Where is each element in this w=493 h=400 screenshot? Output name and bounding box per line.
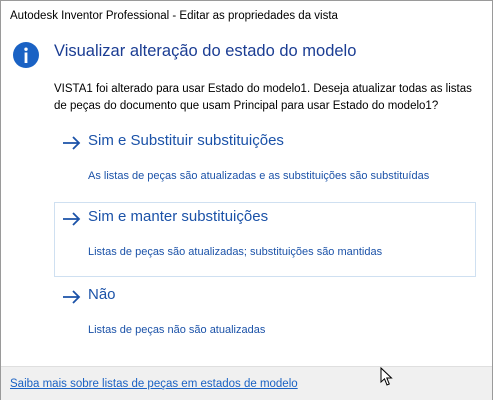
arrow-right-icon [63,136,81,150]
option-no[interactable]: Não Listas de peças não são atualizadas [54,280,476,355]
content-text: VISTA1 foi alterado para usar Estado do … [54,81,474,115]
main-instruction: Visualizar alteração do estado do modelo [54,42,357,60]
info-icon [13,42,39,68]
arrow-right-icon [63,212,81,226]
content-line-1: VISTA1 foi alterado para usar Estado do … [54,83,472,95]
content-line-2: de peças do documento que usam Principal… [54,100,439,112]
mouse-cursor-icon [380,367,393,386]
window-title: Autodesk Inventor Professional - Editar … [10,10,338,22]
task-dialog: Autodesk Inventor Professional - Editar … [0,0,493,400]
arrow-right-icon [63,290,81,304]
option-title: Não [88,286,116,303]
option-yes-replace-overrides[interactable]: Sim e Substituir substituições As listas… [54,126,476,201]
dialog-footer: Saiba mais sobre listas de peças em esta… [1,366,492,400]
option-description: Listas de peças não são atualizadas [88,324,266,336]
option-description: As listas de peças são atualizadas e as … [88,170,430,182]
option-title: Sim e manter substituições [88,208,269,225]
option-title: Sim e Substituir substituições [88,132,284,149]
option-yes-keep-overrides[interactable]: Sim e manter substituições Listas de peç… [54,202,476,277]
option-description: Listas de peças são atualizadas; substit… [88,246,383,258]
learn-more-link[interactable]: Saiba mais sobre listas de peças em esta… [10,378,298,390]
title-bar[interactable]: Autodesk Inventor Professional - Editar … [1,1,492,31]
